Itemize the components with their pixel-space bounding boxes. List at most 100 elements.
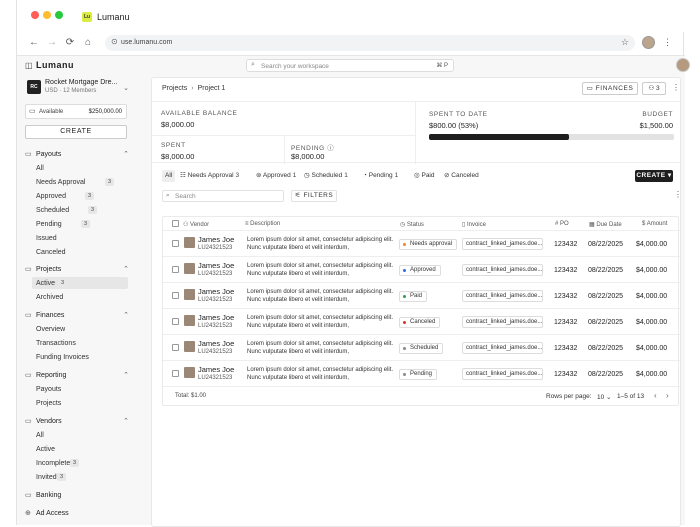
tab-paid[interactable]: ◎ Paid xyxy=(414,170,435,182)
tab-pending[interactable]: ◔ Pending 1 xyxy=(363,170,398,182)
sidebar-item-issued[interactable]: Issued xyxy=(32,232,128,244)
user-avatar[interactable] xyxy=(676,58,690,72)
url-row: ← → ⟳ ⌂ ⊙ use.lumanu.com ☆ ⋮ xyxy=(17,32,685,54)
sidebar-section-finances[interactable]: ▭ Finances ⌃ xyxy=(25,310,129,322)
sidebar-item-vendors-active[interactable]: Active xyxy=(32,443,128,455)
minimize-window-button[interactable] xyxy=(43,11,51,19)
more-options-icon[interactable]: ⋮ xyxy=(672,83,680,92)
maximize-window-button[interactable] xyxy=(55,11,63,19)
tab-needs-approval[interactable]: ☷ Needs Approval 3 xyxy=(180,170,239,182)
members-button[interactable]: ⚇ 3 xyxy=(642,82,666,95)
sidebar-item-funding-invoices[interactable]: Funding Invoices xyxy=(32,351,128,363)
vendor-name[interactable]: James Joe xyxy=(198,287,234,296)
column-due-date[interactable]: ▦ Due Date xyxy=(589,221,622,228)
table-row[interactable]: James Joe LU24321523 Lorem ipsum dolor sit… xyxy=(163,231,680,257)
close-window-button[interactable] xyxy=(31,11,39,19)
invoice-file[interactable]: contract_linked_james.doe... xyxy=(462,264,543,276)
sidebar-item-canceled[interactable]: Canceled xyxy=(32,246,128,258)
vendor-name[interactable]: James Joe xyxy=(198,235,234,244)
tab-title[interactable]: Lumanu xyxy=(97,12,130,22)
due-date: 08/22/2025 xyxy=(588,371,624,378)
row-checkbox[interactable] xyxy=(172,344,179,351)
sidebar-item-incomplete[interactable]: Incomplete 3 xyxy=(32,457,128,469)
row-checkbox[interactable] xyxy=(172,292,179,299)
invoice-file[interactable]: contract_linked_james.doe... xyxy=(462,290,543,302)
create-button[interactable]: CREATE ▾ xyxy=(635,170,673,182)
tab-approved[interactable]: ⊚ Approved 1 xyxy=(256,170,296,182)
table-row[interactable]: James Joe LU24321523 Lorem ipsum dolor sit… xyxy=(163,361,680,387)
prev-page-icon[interactable]: ‹ xyxy=(654,391,657,400)
invoice-file[interactable]: contract_linked_james.doe... xyxy=(462,342,543,354)
sidebar-section-reporting[interactable]: ▭ Reporting ⌃ xyxy=(25,370,129,382)
vendor-name[interactable]: James Joe xyxy=(198,365,234,374)
workspace-search-input[interactable]: ⌕ Search your workspace ⌘ P xyxy=(246,59,454,72)
sidebar-item-reporting-projects[interactable]: Projects xyxy=(32,397,128,409)
url-text[interactable]: use.lumanu.com xyxy=(121,39,172,46)
column-vendor[interactable]: ⚇ Vendor xyxy=(183,221,209,228)
sidebar-item-scheduled[interactable]: Scheduled 3 xyxy=(32,204,128,216)
table-search-input[interactable]: ⌕ Search xyxy=(162,190,284,202)
column-description[interactable]: ≡ Description xyxy=(245,221,280,227)
table-row[interactable]: James Joe LU24321523 Lorem ipsum dolor sit… xyxy=(163,257,680,283)
home-icon[interactable]: ⌂ xyxy=(81,36,95,50)
org-switcher[interactable]: RC Rocket Mortgage Dre... USD · 12 Membe… xyxy=(25,78,129,98)
due-date: 08/22/2025 xyxy=(588,241,624,248)
vendor-name[interactable]: James Joe xyxy=(198,261,234,270)
back-arrow-icon[interactable]: ← xyxy=(27,36,41,50)
table-row[interactable]: James Joe LU24321523 Lorem ipsum dolor sit… xyxy=(163,283,680,309)
tab-scheduled[interactable]: ◷ Scheduled 1 xyxy=(304,170,348,182)
sidebar-item-archived[interactable]: Archived xyxy=(32,291,128,303)
sidebar-item-banking[interactable]: ▭ Banking xyxy=(25,490,129,502)
finances-button[interactable]: ▭ FINANCES xyxy=(582,82,638,95)
table-options-icon[interactable]: ⋮ xyxy=(674,190,682,199)
sidebar-item-overview[interactable]: Overview xyxy=(32,323,128,335)
table-row[interactable]: James Joe LU24321523 Lorem ipsum dolor sit… xyxy=(163,309,680,335)
vendor-name[interactable]: James Joe xyxy=(198,339,234,348)
sidebar-item-active-projects[interactable]: Active 3 xyxy=(32,277,128,289)
breadcrumb-projects[interactable]: Projects xyxy=(162,85,187,92)
sidebar-create-button[interactable]: CREATE xyxy=(25,125,127,139)
row-checkbox[interactable] xyxy=(172,266,179,273)
site-info-icon[interactable]: ⊙ xyxy=(111,37,118,46)
tab-all[interactable]: All xyxy=(162,170,176,182)
sidebar-item-pending[interactable]: Pending 3 xyxy=(32,218,128,230)
status-label: Canceled xyxy=(410,319,436,325)
filters-button[interactable]: ⚟ FILTERS xyxy=(291,190,337,202)
sidebar-toggle-icon[interactable]: ◫ xyxy=(25,61,33,70)
forward-arrow-icon[interactable]: → xyxy=(45,36,59,50)
tab-canceled[interactable]: ⊘ Canceled xyxy=(444,170,479,182)
search-icon: ⌕ xyxy=(166,192,170,199)
sidebar-item-approved[interactable]: Approved 3 xyxy=(32,190,128,202)
row-checkbox[interactable] xyxy=(172,370,179,377)
sidebar-item-transactions[interactable]: Transactions xyxy=(32,337,128,349)
column-amount[interactable]: $ Amount xyxy=(642,221,667,227)
rows-per-page-select[interactable]: 10 ⌄ xyxy=(597,393,612,401)
table-row[interactable]: James Joe LU24321523 Lorem ipsum dolor sit… xyxy=(163,335,680,361)
row-checkbox[interactable] xyxy=(172,318,179,325)
next-page-icon[interactable]: › xyxy=(666,391,669,400)
reload-icon[interactable]: ⟳ xyxy=(63,36,77,50)
select-all-checkbox[interactable] xyxy=(172,220,179,227)
column-invoice[interactable]: ▯ Invoice xyxy=(462,221,486,228)
row-checkbox[interactable] xyxy=(172,240,179,247)
sidebar-section-payouts[interactable]: ▭ Payouts ⌃ xyxy=(25,149,129,161)
column-status[interactable]: ◷ Status xyxy=(400,221,424,228)
sidebar-item-reporting-payouts[interactable]: Payouts xyxy=(32,383,128,395)
sidebar-item-needs-approval[interactable]: Needs Approval 3 xyxy=(32,176,128,188)
browser-profile-avatar[interactable] xyxy=(642,36,655,49)
bookmark-star-icon[interactable]: ☆ xyxy=(621,37,629,48)
info-icon[interactable]: ⓘ xyxy=(327,145,334,152)
sidebar-item-payouts-all[interactable]: All xyxy=(32,162,128,174)
invoice-file[interactable]: contract_linked_james.doe... xyxy=(462,316,543,328)
sidebar-item-invited[interactable]: Invited 3 xyxy=(32,471,128,483)
invoice-file[interactable]: contract_linked_james.doe... xyxy=(462,368,543,380)
sidebar-item-vendors-all[interactable]: All xyxy=(32,429,128,441)
invoice-file[interactable]: contract_linked_james.doe... xyxy=(462,238,543,250)
sidebar-section-vendors[interactable]: ▭ Vendors ⌃ xyxy=(25,416,129,428)
address-bar[interactable]: ⊙ use.lumanu.com ☆ xyxy=(105,35,635,51)
vendor-name[interactable]: James Joe xyxy=(198,313,234,322)
column-po[interactable]: # PO xyxy=(555,221,569,227)
sidebar-section-projects[interactable]: ▭ Projects ⌃ xyxy=(25,264,129,276)
sidebar-item-ad-access[interactable]: ⊕ Ad Access xyxy=(25,508,129,520)
browser-menu-icon[interactable]: ⋮ xyxy=(663,37,672,48)
